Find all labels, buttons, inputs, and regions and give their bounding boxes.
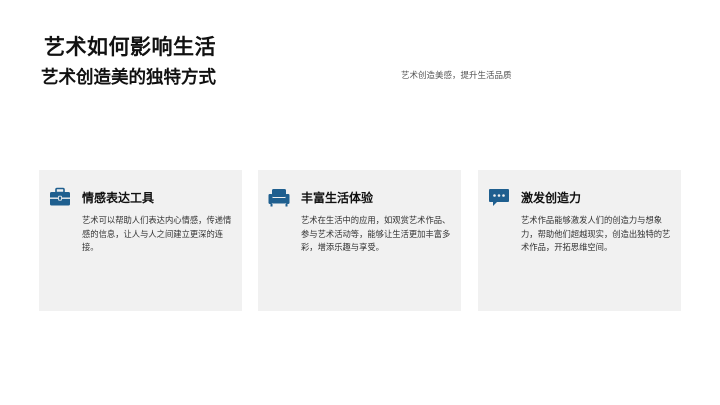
card-title: 丰富生活体验 [301, 191, 374, 205]
slide-title: 艺术如何影响生活 [44, 35, 216, 59]
briefcase-icon [50, 187, 70, 206]
slide-tagline: 艺术创造美感，提升生活品质 [401, 71, 512, 81]
card-body: 艺术在生活中的应用，如观赏艺术作品、参与艺术活动等，能够让生活更加丰富多彩，增添… [301, 215, 451, 252]
chat-bubble-icon [489, 189, 509, 206]
card-life-experience: 丰富生活体验 艺术在生活中的应用，如观赏艺术作品、参与艺术活动等，能够让生活更加… [258, 170, 461, 311]
slide-subtitle: 艺术创造美的独特方式 [41, 68, 216, 88]
sofa-icon [268, 189, 290, 207]
card-creativity: 激发创造力 艺术作品能够激发人们的创造力与想象力，帮助他们超越现实，创造出独特的… [478, 170, 681, 311]
card-title: 情感表达工具 [82, 191, 155, 205]
slide: 艺术如何影响生活 艺术创造美的独特方式 艺术创造美感，提升生活品质 情感表达工具… [0, 0, 720, 405]
card-emotion-expression: 情感表达工具 艺术可以帮助人们表达内心情感，传递情感的信息，让人与人之间建立更深… [39, 170, 242, 311]
card-body: 艺术可以帮助人们表达内心情感，传递情感的信息，让人与人之间建立更深的连接。 [82, 215, 232, 252]
card-body: 艺术作品能够激发人们的创造力与想象力，帮助他们超越现实，创造出独特的艺术作品，开… [521, 215, 671, 252]
card-title: 激发创造力 [521, 191, 582, 205]
